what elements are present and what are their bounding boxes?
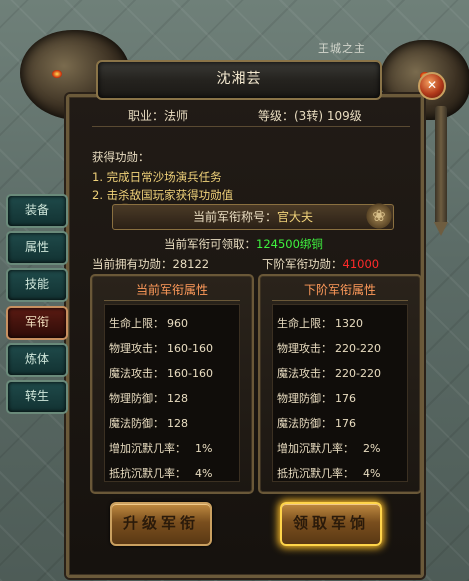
attr-row: 生命上限： 1320 [277, 315, 363, 331]
tab-skills[interactable]: 技能 [6, 268, 68, 302]
attr-value: 220-220 [335, 367, 381, 380]
attr-value: 1% [195, 442, 213, 455]
claim-salary-button[interactable]: 领取军饷 [280, 502, 382, 546]
attr-key: 物理攻击： [109, 342, 164, 355]
window-title: 沈湘芸 [96, 60, 382, 100]
attr-value: 2% [363, 442, 381, 455]
character-info-row: 职业：法师 等级：(3转) 109级 [92, 102, 410, 127]
attr-key: 生命上限： [277, 317, 332, 330]
rank-value: 官大夫 [277, 210, 314, 224]
tab-body-refining[interactable]: 炼体 [6, 343, 68, 377]
merit-gain-title: 获得功勋： [92, 150, 150, 164]
side-pillar-ornament [435, 106, 447, 226]
tab-equipment[interactable]: 装备 [6, 194, 68, 228]
attr-key: 魔法防御： [277, 417, 332, 430]
attr-key: 增加沉默几率： [277, 442, 354, 455]
next-attrs-title: 下阶军衔属性 [272, 280, 408, 301]
attr-value: 1320 [335, 317, 363, 330]
current-rank-plate: 当前军衔称号：官大夫 [112, 204, 394, 230]
level-label: 等级：(3转) 109级 [258, 109, 362, 123]
upgrade-rank-button[interactable]: 升级军衔 [110, 502, 212, 546]
attr-key: 物理防御： [277, 392, 332, 405]
current-merit: 当前拥有功勋：28122 [92, 256, 209, 272]
attr-row: 物理防御： 128 [109, 390, 188, 406]
tab-attributes[interactable]: 属性 [6, 231, 68, 265]
claimable-value: 124500绑铜 [256, 237, 323, 251]
merit-gain-item-2: 2. 击杀敌国玩家获得功勋值 [92, 188, 234, 202]
attr-key: 魔法防御： [109, 417, 164, 430]
attr-row: 魔法防御： 128 [109, 415, 188, 431]
side-pillar-tip [434, 222, 448, 236]
background-faint-text: 王城之主 [318, 42, 366, 55]
attr-key: 生命上限： [109, 317, 164, 330]
merit-gain-item-1: 1. 完成日常沙场演兵任务 [92, 170, 222, 184]
claimable-label: 当前军衔可领取： [164, 237, 256, 251]
attr-row: 增加沉默几率： 1% [109, 440, 212, 456]
attr-value: 128 [167, 417, 188, 430]
attr-value: 960 [167, 317, 188, 330]
current-merit-value: 28122 [172, 257, 210, 271]
attr-row: 魔法攻击： 160-160 [109, 365, 213, 381]
attr-key: 增加沉默几率： [109, 442, 186, 455]
attr-row: 物理攻击： 220-220 [277, 340, 381, 356]
attr-value: 128 [167, 392, 188, 405]
attr-row: 增加沉默几率： 2% [277, 440, 380, 456]
close-button[interactable]: ✕ [418, 72, 446, 100]
tab-military-rank[interactable]: 军衔 [6, 306, 68, 340]
attr-key: 物理攻击： [277, 342, 332, 355]
attr-value: 4% [363, 467, 381, 480]
attr-key: 魔法攻击： [277, 367, 332, 380]
right-knot-icon: ❀ [364, 202, 394, 230]
attr-row: 魔法攻击： 220-220 [277, 365, 381, 381]
left-dragon-eye [52, 70, 62, 78]
next-merit-label: 下阶军衔功勋： [262, 257, 343, 271]
attr-row: 抵抗沉默几率： 4% [109, 465, 212, 481]
next-attrs-list: 生命上限： 1320 物理攻击： 220-220 魔法攻击： 220-220 物理防御… [272, 304, 408, 482]
attr-row: 魔法防御： 176 [277, 415, 356, 431]
attr-row: 抵抗沉默几率： 4% [277, 465, 380, 481]
next-rank-merit: 下阶军衔功勋：41000 [262, 256, 379, 272]
attr-value: 176 [335, 392, 356, 405]
attr-value: 220-220 [335, 342, 381, 355]
next-merit-value: 41000 [342, 257, 380, 271]
next-rank-attributes: 下阶军衔属性 生命上限： 1320 物理攻击： 220-220 魔法攻击： 220-2… [258, 274, 422, 494]
attr-row: 物理攻击： 160-160 [109, 340, 213, 356]
current-attrs-list: 生命上限： 960 物理攻击： 160-160 魔法攻击： 160-160 物理防御：… [104, 304, 240, 482]
tab-rebirth[interactable]: 转生 [6, 380, 68, 414]
job-label: 职业：法师 [128, 109, 189, 123]
rank-label: 当前军衔称号： [192, 210, 277, 224]
claimable-reward: 当前军衔可领取：124500绑铜 [164, 236, 323, 252]
current-merit-label: 当前拥有功勋： [92, 257, 173, 271]
attr-value: 160-160 [167, 342, 213, 355]
attr-value: 160-160 [167, 367, 213, 380]
attr-row: 生命上限： 960 [109, 315, 188, 331]
attr-key: 物理防御： [109, 392, 164, 405]
current-attrs-title: 当前军衔属性 [104, 280, 240, 301]
current-rank-attributes: 当前军衔属性 生命上限： 960 物理攻击： 160-160 魔法攻击： 160-16… [90, 274, 254, 494]
attr-key: 抵抗沉默几率： [109, 467, 186, 480]
attr-value: 176 [335, 417, 356, 430]
attr-row: 物理防御： 176 [277, 390, 356, 406]
attr-value: 4% [195, 467, 213, 480]
attr-key: 抵抗沉默几率： [277, 467, 354, 480]
attr-key: 魔法攻击： [109, 367, 164, 380]
